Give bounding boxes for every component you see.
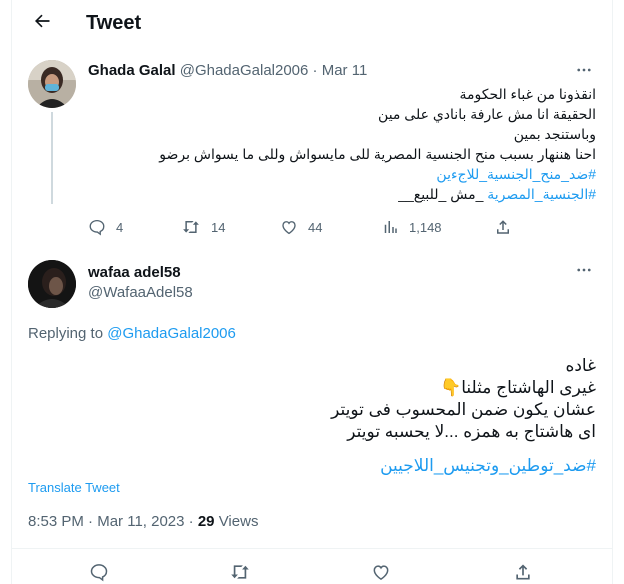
reply-tweet-retweet-action[interactable] — [229, 562, 251, 582]
reply-header: wafaa adel58 @WafaaAdel58 — [88, 264, 193, 301]
views-action[interactable]: 1,148 — [381, 218, 442, 236]
like-icon — [280, 218, 298, 236]
tweet-line: الحقيقة انا مش عارفة بانادي على مين — [378, 106, 596, 122]
reply-line: غاده — [565, 356, 596, 375]
translate-tweet-link[interactable]: Translate Tweet — [28, 480, 120, 495]
views-label: Views — [214, 513, 259, 530]
reply-line: غيرى الهاشتاج مثلنا👇 — [440, 378, 596, 397]
back-arrow-icon — [32, 11, 52, 36]
tweet-text: انقذونا من غباء الحكومة الحقيقة انا مش ع… — [159, 84, 596, 204]
tweet-full-date[interactable]: Mar 11, 2023 — [97, 513, 184, 530]
more-icon — [575, 61, 593, 84]
reply-hashtag-link[interactable]: #ضد_توطين_وتجنيس_اللاجيين — [331, 455, 596, 477]
share-icon — [494, 218, 512, 236]
avatar-ghada[interactable] — [28, 60, 76, 108]
dot-separator: · — [312, 62, 318, 79]
like-action[interactable]: 44 — [280, 218, 322, 236]
reply-more-button[interactable] — [574, 262, 594, 282]
reply-line: اى هاشتاج به همزه ...لا يحسبه تويتر — [347, 422, 596, 441]
avatar-wafaa[interactable] — [28, 260, 76, 308]
replying-to: Replying to @GhadaGalal2006 — [28, 325, 236, 342]
retweet-icon — [229, 562, 251, 582]
reply-tweet-share-action[interactable] — [513, 562, 533, 582]
reply-line: عشان يكون ضمن المحسوب فى تويتر — [331, 400, 596, 419]
share-icon — [513, 562, 533, 582]
views-number: 29 — [197, 513, 215, 530]
reply-action[interactable]: 4 — [88, 218, 123, 236]
more-icon — [575, 261, 593, 284]
tweet-line: احنا هننهار بسبب منح الجنسية المصرية للى… — [159, 146, 596, 162]
share-action[interactable] — [494, 218, 512, 236]
reply-author-name[interactable]: wafaa adel58 — [88, 264, 193, 281]
views-icon — [381, 218, 399, 236]
tweet-date[interactable]: Mar 11 — [322, 62, 368, 79]
tweet-time[interactable]: 8:53 PM — [28, 513, 84, 530]
tweet-line: انقذونا من غباء الحكومة — [459, 86, 596, 102]
hashtag-link[interactable]: #الجنسية_المصرية — [487, 186, 596, 202]
dot-separator: · — [88, 513, 94, 530]
retweet-action[interactable]: 14 — [181, 218, 225, 236]
author-name[interactable]: Ghada Galal — [88, 62, 176, 79]
like-count: 44 — [308, 219, 323, 235]
divider — [12, 548, 612, 549]
retweet-count: 14 — [211, 219, 226, 235]
page-title: Tweet — [86, 11, 142, 34]
tweet-header: Ghada Galal @GhadaGalal2006 · Mar 11 — [88, 62, 367, 79]
dot-separator: · — [188, 513, 194, 530]
tweet-meta: 8:53 PM · Mar 11, 2023 · 29 Views — [28, 513, 258, 530]
hashtag-link[interactable]: #ضد_منح_الجنسية_للاجءين — [159, 164, 596, 184]
replying-to-link[interactable]: @GhadaGalal2006 — [107, 325, 236, 342]
reply-author-handle[interactable]: @WafaaAdel58 — [88, 284, 193, 301]
back-button[interactable] — [24, 5, 60, 41]
replying-prefix: Replying to — [28, 325, 108, 342]
reply-text: غاده غيرى الهاشتاج مثلنا👇 عشان يكون ضمن … — [331, 355, 596, 477]
header: Tweet — [12, 0, 612, 46]
author-handle[interactable]: @GhadaGalal2006 — [180, 62, 309, 79]
hashtag-tail: _مش _للبيع__ — [398, 186, 488, 202]
reply-icon — [88, 218, 106, 236]
reply-tweet-reply-action[interactable] — [89, 562, 109, 582]
thread-line — [51, 112, 53, 204]
tweet-line: #الجنسية_المصرية _مش _للبيع__ — [159, 184, 596, 204]
like-icon — [371, 562, 391, 582]
views-count: 1,148 — [409, 219, 442, 235]
retweet-icon — [181, 218, 201, 236]
right-border — [612, 0, 613, 584]
left-border — [11, 0, 12, 584]
reply-count: 4 — [116, 219, 124, 235]
tweet-line: وباستنجد بمين — [513, 126, 596, 142]
reply-tweet-like-action[interactable] — [371, 562, 391, 582]
more-button[interactable] — [574, 62, 594, 82]
reply-icon — [89, 562, 109, 582]
